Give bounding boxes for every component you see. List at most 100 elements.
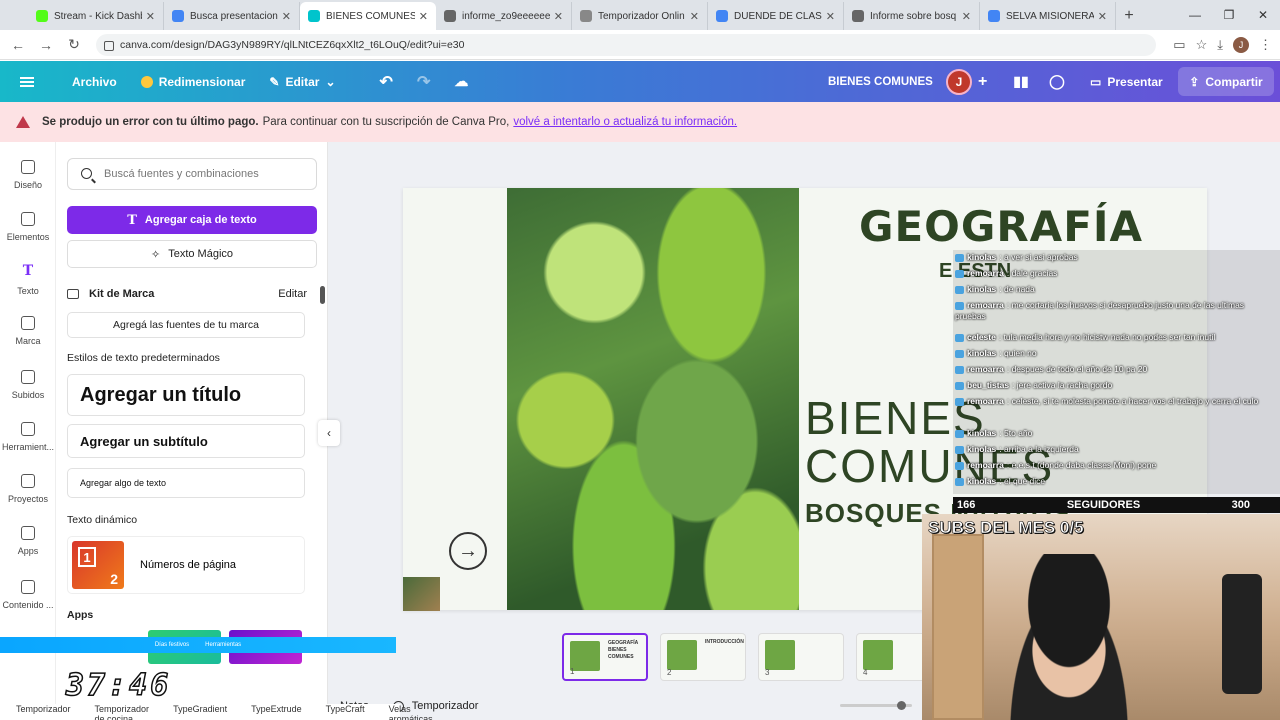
close-tab-icon[interactable]: ✕ — [419, 10, 428, 23]
page-thumbnail[interactable]: 3 — [758, 633, 844, 681]
close-tab-icon[interactable]: ✕ — [554, 10, 563, 23]
slide-title[interactable]: GEOGRAFÍA — [859, 202, 1143, 251]
browser-tab[interactable]: Stream - Kick Dashb ✕ — [28, 2, 164, 30]
magic-text-button[interactable]: ✧ Texto Mágico — [67, 240, 317, 268]
app-label[interactable]: TypeGradient — [173, 704, 227, 720]
cloud-saved-icon[interactable]: ☁ — [442, 61, 480, 102]
forward-button[interactable]: → — [32, 37, 60, 53]
brand-kit-edit-link[interactable]: Editar — [278, 288, 307, 300]
rail-item-3[interactable]: Marca — [0, 316, 56, 346]
page-thumbnail[interactable]: INTRODUCCIÓN 2 — [660, 633, 746, 681]
add-brand-fonts-button[interactable]: Agregá las fuentes de tu marca — [67, 312, 305, 338]
profile-avatar[interactable]: J — [1233, 36, 1249, 53]
page-thumbnail[interactable]: GEOGRAFÍA BIENES COMUNES 1 — [562, 633, 648, 681]
rail-label: Subidos — [11, 390, 45, 400]
main-menu-button[interactable] — [0, 61, 46, 102]
chat-text: : el que dice — [999, 476, 1046, 486]
back-button[interactable]: ← — [4, 37, 32, 53]
redimensionar-button[interactable]: Redimensionar — [129, 61, 258, 102]
close-tab-icon[interactable]: ✕ — [962, 10, 971, 23]
chat-text: : arriba a la izquierda — [999, 444, 1079, 454]
app-label[interactable]: TypeExtrude — [251, 704, 302, 720]
slide-arrow-icon[interactable]: → — [449, 532, 487, 570]
comment-icon[interactable]: ◯ — [1047, 71, 1067, 91]
browser-tab[interactable]: Busca presentacion ✕ — [164, 2, 300, 30]
brand-kit-icon — [67, 289, 79, 299]
close-window-button[interactable]: ✕ — [1246, 0, 1280, 30]
streamer-figure — [994, 554, 1144, 720]
app-label[interactable]: TypeCraft — [326, 704, 365, 720]
page-thumbnails: GEOGRAFÍA BIENES COMUNES 1 INTRODUCCIÓN 2 3 4 — [562, 633, 942, 681]
pencil-icon: ✎ — [269, 74, 280, 89]
share-button[interactable]: ⇪ Compartir — [1178, 67, 1274, 96]
minimize-button[interactable]: — — [1178, 0, 1212, 30]
panel-scrollbar[interactable] — [320, 286, 325, 304]
close-tab-icon[interactable]: ✕ — [282, 10, 291, 23]
chat-message: kinolas: arriba a la izquierda — [955, 444, 1277, 455]
rail-item-6[interactable]: Proyectos — [0, 474, 56, 504]
banner-retry-link[interactable]: volvé a intentarlo o actualizá tu inform… — [513, 116, 737, 128]
new-tab-button[interactable]: + — [1116, 2, 1142, 30]
font-search-input[interactable]: Buscá fuentes y combinaciones — [67, 158, 317, 190]
collaborator-avatar[interactable]: J — [946, 69, 972, 95]
browser-tab[interactable]: DUENDE DE CLASH ✕ — [708, 2, 844, 30]
editor-topbar: Archivo Redimensionar ✎ Editar ⌄ ↶ ↷ ☁ BIE… — [0, 61, 1280, 102]
browser-tab[interactable]: Informe sobre bosq ✕ — [844, 2, 980, 30]
chat-message: kinolas: a ver si asi aprobas — [955, 252, 1277, 263]
more-menu-icon[interactable]: ⋮ — [1259, 37, 1272, 53]
archivo-menu[interactable]: Archivo — [60, 61, 129, 102]
cast-icon[interactable]: ▭ — [1173, 37, 1185, 53]
add-title-card[interactable]: Agregar un título — [67, 374, 305, 416]
zoom-slider[interactable] — [840, 701, 912, 710]
restore-button[interactable]: ❐ — [1212, 0, 1246, 30]
app-label[interactable]: Velas aromáticas — [389, 704, 433, 720]
add-text-box-button[interactable]: T Agregar caja de texto — [67, 206, 317, 234]
redimensionar-label: Redimensionar — [158, 74, 246, 89]
rail-item-2[interactable]: T Texto — [0, 264, 56, 296]
bookmark-star-icon[interactable]: ☆ — [1196, 37, 1208, 53]
microphone-figure — [1222, 574, 1262, 694]
present-button[interactable]: ▭ Presentar — [1080, 67, 1173, 96]
editar-menu[interactable]: ✎ Editar ⌄ — [257, 61, 347, 102]
add-body-text-card[interactable]: Agregar algo de texto — [67, 468, 305, 498]
close-tab-icon[interactable]: ✕ — [146, 10, 155, 23]
editar-label: Editar — [285, 74, 320, 89]
rail-item-0[interactable]: Diseño — [0, 160, 56, 190]
chat-username: remoarra — [967, 460, 1004, 470]
browser-tab[interactable]: SELVA MISIONERA ✕ — [980, 2, 1116, 30]
close-tab-icon[interactable]: ✕ — [826, 10, 835, 23]
app-label[interactable]: Temporizador — [16, 704, 71, 720]
thumbnail-number: 2 — [667, 668, 672, 677]
add-collaborator-icon[interactable]: + — [978, 73, 987, 91]
rail-item-1[interactable]: Elementos — [0, 212, 56, 242]
browser-actions: ▭ ☆ ⤓ J ⋮ — [1173, 36, 1272, 53]
rail-label: Marca — [15, 336, 41, 346]
url-field[interactable]: canva.com/design/DAG3yN989RY/qlLNtCEZ6qx… — [96, 33, 1156, 56]
app-label[interactable]: Temporizador de cocina — [95, 704, 150, 720]
close-tab-icon[interactable]: ✕ — [690, 10, 699, 23]
hamburger-icon — [20, 76, 34, 87]
rail-item-5[interactable]: Herramient... — [0, 422, 56, 452]
document-title[interactable]: BIENES COMUNES — [828, 61, 933, 102]
download-icon[interactable]: ⤓ — [1217, 37, 1223, 53]
rail-item-4[interactable]: Subidos — [0, 370, 56, 400]
browser-tab[interactable]: BIENES COMUNES ✕ — [300, 2, 436, 30]
redo-button[interactable]: ↷ — [405, 61, 442, 102]
rail-item-7[interactable]: Apps — [0, 526, 56, 556]
close-tab-icon[interactable]: ✕ — [1098, 10, 1107, 23]
tab-title: BIENES COMUNES — [326, 10, 415, 22]
collapse-panel-button[interactable]: ‹ — [318, 420, 340, 446]
rail-item-8[interactable]: Contenido ... — [0, 580, 56, 610]
thumbnail-image — [570, 641, 600, 671]
reload-button[interactable]: ↻ — [60, 36, 88, 53]
page-numbers-card[interactable]: 12 Números de página — [67, 536, 305, 594]
add-subtitle-card[interactable]: Agregar un subtítulo — [67, 424, 305, 458]
analytics-icon[interactable]: ▮▮ — [1011, 71, 1031, 91]
browser-tab[interactable]: Temporizador Onlin ✕ — [572, 2, 708, 30]
undo-button[interactable]: ↶ — [368, 61, 405, 102]
rail-label: Proyectos — [7, 494, 49, 504]
subs-goal-text: SUBS DEL MES 0/5 — [928, 518, 1084, 538]
leaves-image[interactable] — [507, 188, 799, 610]
chat-text: : quien no — [999, 348, 1037, 358]
browser-tab[interactable]: informe_zo9eeeeeee ✕ — [436, 2, 572, 30]
